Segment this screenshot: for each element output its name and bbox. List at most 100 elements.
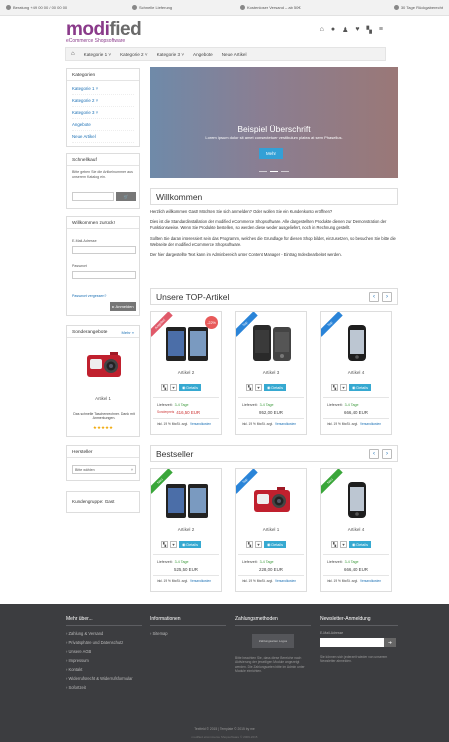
cart-icon[interactable]: ▚ [161, 384, 168, 391]
menu-icon[interactable]: ≡ [379, 26, 383, 34]
delivery-info: Lieferzeit: 3-4 Tage [327, 560, 359, 564]
carousel-next-button[interactable]: › [382, 292, 392, 302]
manufacturer-select[interactable]: Bitte wählen ˅ [72, 465, 136, 474]
sidebar-item-kategorie-2[interactable]: Kategorie 2 ˅ [72, 95, 134, 107]
heart-icon[interactable]: ♥ [340, 541, 347, 548]
delivery-info: Lieferzeit: 3-4 Tage [327, 403, 359, 407]
newsletter-text: Sie können sich jederzeit wieder von uns… [320, 655, 388, 664]
slider-dot[interactable] [259, 171, 267, 172]
offer-product-image[interactable] [84, 348, 124, 382]
heart-icon[interactable]: ♥ [255, 384, 262, 391]
product-name[interactable]: Artikel 3 [236, 370, 306, 375]
divider [238, 418, 304, 419]
cart-icon[interactable]: ▚ [331, 384, 338, 391]
details-button[interactable]: ◉ Details [179, 384, 201, 391]
shipping-link[interactable]: Versandkosten [190, 422, 211, 426]
footer-link[interactable]: › Zahlung & Versand [66, 629, 142, 638]
footer-link[interactable]: › Sitemap [150, 629, 226, 638]
forgot-password-link[interactable]: Passwort vergessen? [72, 294, 106, 298]
nav-item-neue-artikel[interactable]: Neue Artikel [222, 52, 247, 57]
heart-icon[interactable]: ♥ [355, 26, 359, 34]
shipping-link[interactable]: Versandkosten [190, 579, 211, 583]
shipping-link[interactable]: Versandkosten [275, 579, 296, 583]
shipping-link[interactable]: Versandkosten [275, 422, 296, 426]
slider-pagination[interactable] [150, 171, 398, 172]
details-button[interactable]: ◉ Details [264, 541, 286, 548]
shipping-link[interactable]: Versandkosten [360, 422, 381, 426]
shipping-link[interactable]: Versandkosten [360, 579, 381, 583]
carousel-prev-button[interactable]: ‹ [369, 292, 379, 302]
newsletter-email-field[interactable] [320, 638, 384, 647]
nav-item-kategorie-2[interactable]: Kategorie 2 ˅ [120, 52, 147, 57]
product-card[interactable]: Angebot -22% Artikel 2 ▚ ♥ ◉ Details Liefe… [150, 311, 222, 435]
slider-dot[interactable] [281, 171, 289, 172]
divider [153, 575, 219, 576]
sidebar-item-angebote[interactable]: Angebote [72, 119, 134, 131]
footer-link[interactable]: › Sofortzeit [66, 683, 142, 692]
product-image[interactable] [331, 477, 383, 523]
truck-icon [132, 5, 137, 10]
sidebar-item-kategorie-1[interactable]: Kategorie 1 ˅ [72, 83, 134, 95]
product-image[interactable] [246, 320, 298, 366]
cart-icon[interactable]: ▚ [161, 541, 168, 548]
footer-link[interactable]: › Unsere AGB [66, 647, 142, 656]
offer-product-name[interactable]: Artikel 1 [67, 396, 139, 401]
newsletter-submit-button[interactable]: ➔ [384, 638, 396, 647]
nav-home-icon[interactable]: ⌂ [71, 51, 75, 57]
copyright: Textfeld © 2015 | Template © 2015 by me [194, 727, 255, 731]
cart-icon[interactable]: ▚ [246, 384, 253, 391]
offers-more-link[interactable]: Mehr » [122, 330, 134, 335]
cart-icon[interactable]: ▚ [331, 541, 338, 548]
footer-link[interactable]: › Widerrufsrecht & Widerrufsformular [66, 674, 142, 683]
heart-icon[interactable]: ♥ [170, 541, 177, 548]
product-name[interactable]: Artikel 4 [321, 527, 391, 532]
product-card[interactable]: Top Artikel 3 ▚ ♥ ◉ Details Lieferzeit: 3-4… [235, 311, 307, 435]
product-name[interactable]: Artikel 2 [151, 527, 221, 532]
sidebar-item-neue-artikel[interactable]: Neue Artikel [72, 131, 134, 143]
footer-link[interactable]: › Privatsphäre und Datenschutz [66, 638, 142, 647]
cart-icon[interactable]: ▚ [367, 26, 372, 34]
details-button[interactable]: ◉ Details [179, 541, 201, 548]
footer-link[interactable]: › Kontakt [66, 665, 142, 674]
product-image[interactable] [161, 477, 213, 523]
footer-link[interactable]: › Impressum [66, 656, 142, 665]
carousel-next-button[interactable]: › [382, 449, 392, 459]
details-button[interactable]: ◉ Details [349, 541, 371, 548]
sidebar-item-kategorie-3[interactable]: Kategorie 3 ˅ [72, 107, 134, 119]
carousel-prev-button[interactable]: ‹ [369, 449, 379, 459]
quickbuy-cart-button[interactable]: 🛒 [116, 192, 136, 201]
quickbuy-input[interactable] [72, 192, 114, 201]
product-image[interactable] [331, 320, 383, 366]
details-button[interactable]: ◉ Details [264, 384, 286, 391]
details-button[interactable]: ◉ Details [349, 384, 371, 391]
login-button[interactable]: ▸ Anmelden [110, 302, 136, 311]
globe-icon[interactable]: ● [331, 26, 335, 34]
product-card[interactable]: Top Artikel 1 ▚ ♥ ◉ Details Lieferzeit: 3-4… [235, 468, 307, 592]
nav-item-kategorie-1[interactable]: Kategorie 1 ˅ [84, 52, 111, 57]
welcome-paragraph: Herzlich willkommen Gast! Möchten Sie si… [150, 209, 333, 214]
product-name[interactable]: Artikel 2 [151, 370, 221, 375]
home-icon[interactable]: ⌂ [320, 26, 324, 34]
heart-icon[interactable]: ♥ [170, 384, 177, 391]
product-card[interactable]: Neu Artikel 4 ▚ ♥ ◉ Details Lieferzeit: 3-4… [320, 468, 392, 592]
shop-logo[interactable]: modified eCommerce Shopsoftware [66, 20, 142, 44]
product-image[interactable] [246, 477, 298, 523]
slider-more-button[interactable]: Mehr [259, 148, 283, 159]
divider [153, 554, 219, 555]
login-email-field[interactable] [72, 246, 136, 254]
login-password-field[interactable] [72, 271, 136, 279]
product-card[interactable]: Neu Artikel 2 ▚ ♥ ◉ Details Lieferzeit: 3-4… [150, 468, 222, 592]
nav-item-kategorie-3[interactable]: Kategorie 3 ˅ [157, 52, 184, 57]
divider [323, 418, 389, 419]
slider-dot[interactable] [270, 171, 278, 172]
product-image[interactable] [161, 320, 213, 366]
cart-icon[interactable]: ▚ [246, 541, 253, 548]
hero-slider[interactable]: Beispiel Überschrift Lorem ipsum dolor s… [150, 67, 398, 178]
nav-item-angebote[interactable]: Angebote [193, 52, 213, 57]
product-card[interactable]: Top Artikel 4 ▚ ♥ ◉ Details Lieferzeit: 3-4… [320, 311, 392, 435]
user-icon[interactable]: ♟ [342, 26, 348, 34]
heart-icon[interactable]: ♥ [340, 384, 347, 391]
heart-icon[interactable]: ♥ [255, 541, 262, 548]
product-name[interactable]: Artikel 1 [236, 527, 306, 532]
product-name[interactable]: Artikel 4 [321, 370, 391, 375]
